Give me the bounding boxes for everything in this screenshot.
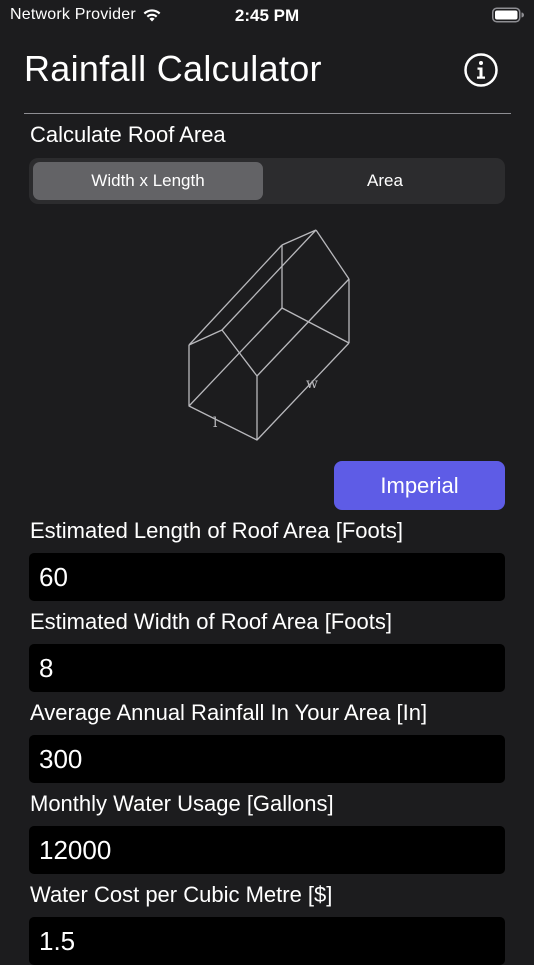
- roof-area-section-title: Calculate Roof Area: [30, 122, 226, 147]
- roof-length-value: 60: [39, 561, 68, 592]
- units-toggle-button[interactable]: Imperial: [334, 461, 505, 510]
- header: Rainfall Calculator: [24, 48, 510, 98]
- diagram-width-label: w: [306, 376, 318, 392]
- diagram-length-label: l: [213, 415, 218, 431]
- roof-length-input[interactable]: 60: [29, 553, 505, 601]
- monthly-water-usage-value: 12000: [39, 834, 112, 865]
- monthly-water-usage-input[interactable]: 12000: [29, 826, 505, 874]
- roof-width-value: 8: [39, 652, 54, 683]
- roof-diagram: w l: [188, 229, 350, 441]
- annual-rainfall-label: Average Annual Rainfall In Your Area [In…: [30, 700, 428, 725]
- units-toggle-label: Imperial: [380, 472, 459, 498]
- info-icon[interactable]: [464, 53, 498, 87]
- roof-area-segmented-control: Width x Length Area: [29, 158, 505, 204]
- status-bar: Network Provider 2:45 PM: [0, 0, 534, 30]
- status-time: 2:45 PM: [234, 6, 300, 25]
- water-cost-input[interactable]: 1.5: [29, 917, 505, 965]
- annual-rainfall-value: 300: [39, 743, 83, 774]
- annual-rainfall-input[interactable]: 300: [29, 735, 505, 783]
- water-cost-value: 1.5: [39, 925, 76, 956]
- segment-area-label: Area: [367, 171, 403, 190]
- header-divider: [24, 113, 511, 114]
- segment-width-length-label: Width x Length: [91, 171, 205, 190]
- segment-width-length[interactable]: Width x Length: [33, 162, 263, 200]
- water-cost-label: Water Cost per Cubic Metre [$]: [30, 882, 333, 907]
- segment-area[interactable]: Area: [269, 162, 501, 200]
- monthly-water-usage-label: Monthly Water Usage [Gallons]: [30, 791, 334, 816]
- roof-width-label: Estimated Width of Roof Area [Foots]: [30, 609, 392, 634]
- page-title: Rainfall Calculator: [24, 48, 322, 89]
- roof-width-input[interactable]: 8: [29, 644, 505, 692]
- roof-length-label: Estimated Length of Roof Area [Foots]: [30, 518, 403, 543]
- battery-icon: [492, 7, 524, 23]
